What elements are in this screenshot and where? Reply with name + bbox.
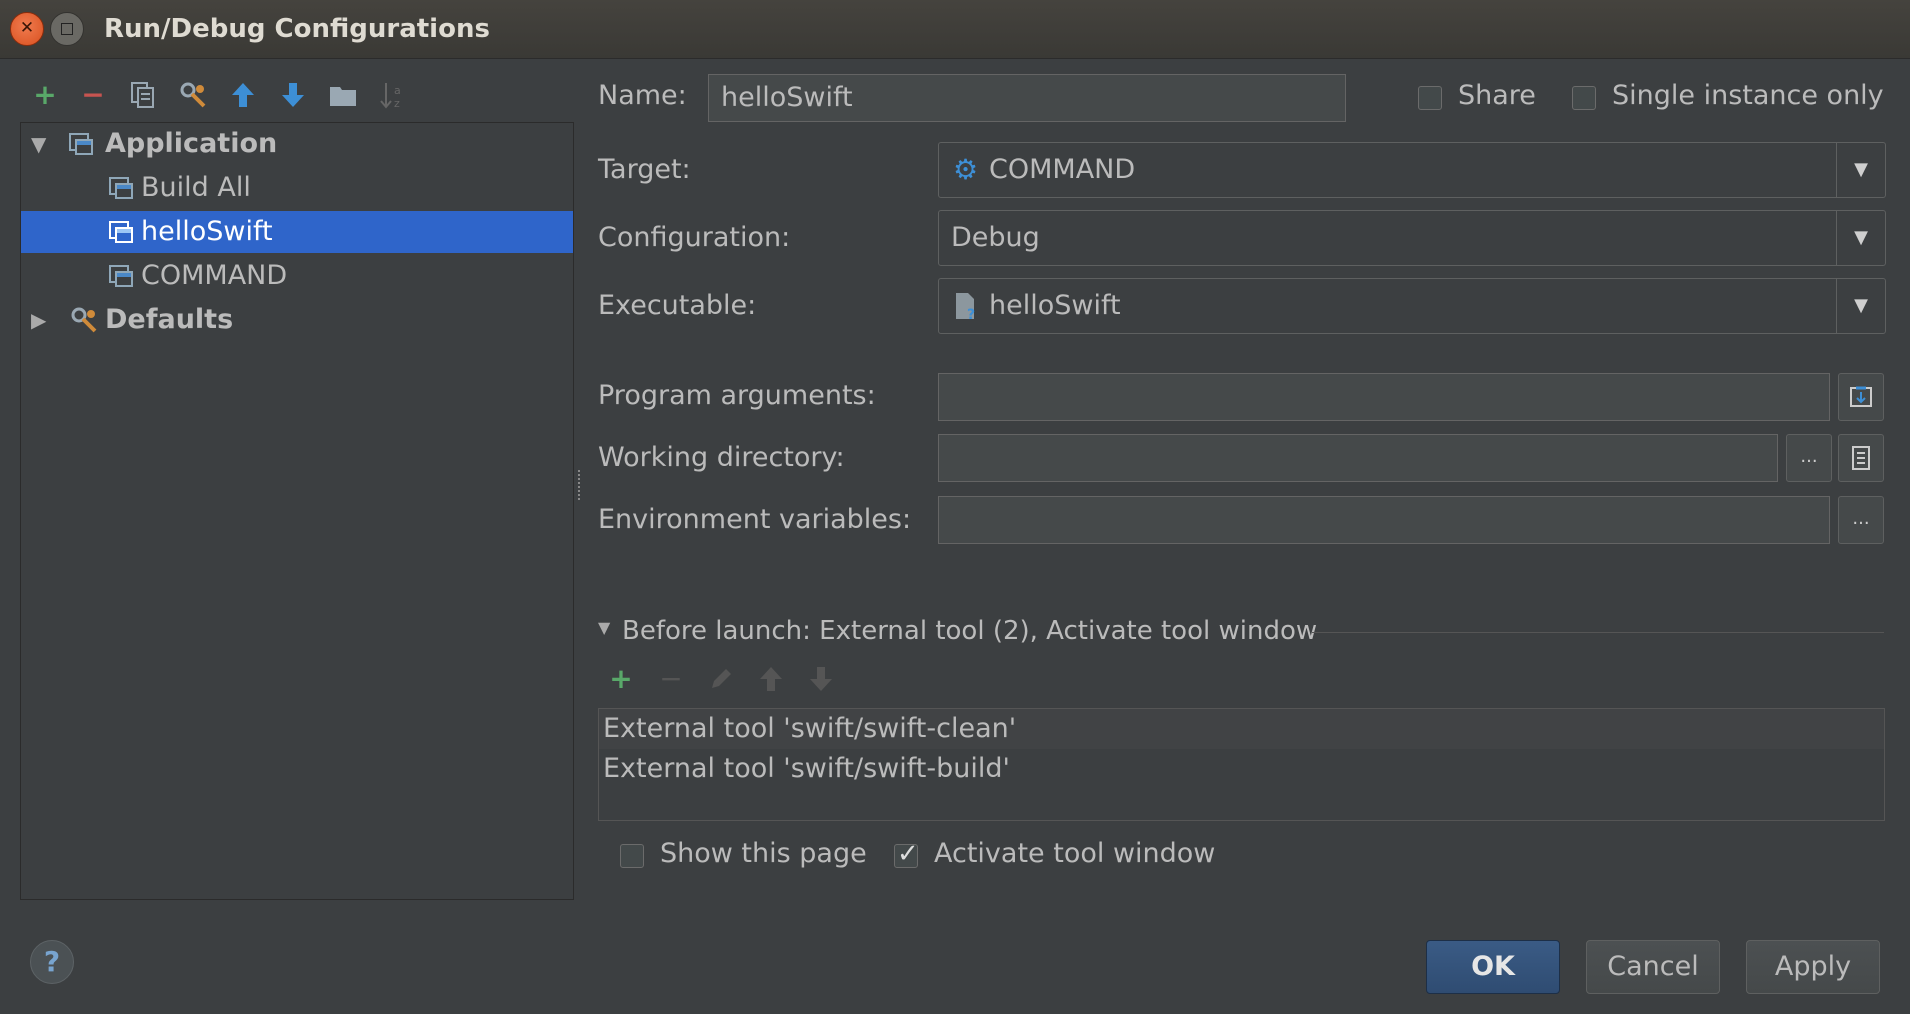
remove-icon[interactable]: − bbox=[78, 80, 108, 110]
gear-icon: ⚙ bbox=[953, 153, 979, 186]
show-page-label[interactable]: Show this page bbox=[660, 838, 867, 869]
cancel-button[interactable]: Cancel bbox=[1586, 940, 1720, 994]
tree-node-label: helloSwift bbox=[141, 216, 273, 247]
program-arguments-input[interactable] bbox=[938, 373, 1830, 421]
activate-tool-window-label[interactable]: Activate tool window bbox=[934, 838, 1215, 869]
help-button[interactable]: ? bbox=[30, 940, 74, 984]
activate-tool-window-checkbox[interactable] bbox=[894, 839, 919, 869]
edit-environment-button[interactable]: ... bbox=[1838, 496, 1884, 544]
close-window-button[interactable] bbox=[10, 12, 44, 46]
working-directory-input[interactable] bbox=[938, 434, 1778, 482]
copy-icon[interactable] bbox=[128, 80, 158, 110]
configuration-label: Configuration: bbox=[598, 222, 791, 253]
add-task-icon[interactable]: + bbox=[606, 664, 636, 694]
application-icon bbox=[109, 265, 133, 287]
tree-node-label: COMMAND bbox=[141, 260, 288, 291]
remove-task-icon[interactable]: − bbox=[656, 664, 686, 694]
tree-node-defaults[interactable]: ▶ Defaults bbox=[21, 299, 573, 341]
tree-node-build-all[interactable]: Build All bbox=[21, 167, 573, 209]
add-icon[interactable]: + bbox=[30, 80, 60, 110]
svg-text:a: a bbox=[394, 84, 401, 97]
tree-node-helloswift[interactable]: helloSwift bbox=[21, 211, 573, 253]
collapse-arrow-icon[interactable]: ▶ bbox=[31, 299, 46, 341]
target-select[interactable]: ⚙ COMMAND ▼ bbox=[938, 142, 1886, 198]
chevron-down-icon[interactable]: ▼ bbox=[1836, 279, 1885, 333]
name-label: Name: bbox=[598, 80, 687, 111]
configurations-tree[interactable]: ▼ Application Build All helloSwift COMMA… bbox=[20, 122, 574, 900]
list-item[interactable]: External tool 'swift/swift-clean' bbox=[599, 709, 1884, 749]
expand-arguments-button[interactable] bbox=[1838, 373, 1884, 421]
list-item[interactable]: External tool 'swift/swift-build' bbox=[599, 749, 1884, 789]
tree-node-label: Application bbox=[105, 128, 278, 159]
move-down-icon[interactable] bbox=[278, 80, 308, 110]
executable-label: Executable: bbox=[598, 290, 757, 321]
before-launch-collapse-icon[interactable]: ▼ bbox=[598, 618, 610, 637]
title-bar: Run/Debug Configurations bbox=[0, 0, 1910, 59]
target-label: Target: bbox=[598, 154, 691, 185]
folder-icon[interactable] bbox=[328, 80, 358, 110]
executable-select[interactable]: ? helloSwift ▼ bbox=[938, 278, 1886, 334]
environment-variables-label: Environment variables: bbox=[598, 504, 912, 535]
before-launch-task-list[interactable]: External tool 'swift/swift-clean' Extern… bbox=[598, 708, 1885, 821]
tree-node-label: Defaults bbox=[105, 304, 234, 335]
chevron-down-icon[interactable]: ▼ bbox=[1836, 143, 1885, 197]
expand-text-icon bbox=[1850, 386, 1872, 407]
splitter-handle[interactable] bbox=[578, 470, 586, 500]
browse-directory-button[interactable]: ... bbox=[1786, 434, 1832, 482]
application-icon bbox=[69, 133, 93, 155]
edit-task-icon[interactable] bbox=[706, 664, 736, 694]
move-task-down-icon[interactable] bbox=[806, 664, 836, 694]
tree-node-application[interactable]: ▼ Application bbox=[21, 123, 573, 165]
configuration-value: Debug bbox=[951, 222, 1040, 253]
apply-button[interactable]: Apply bbox=[1746, 940, 1880, 994]
move-task-up-icon[interactable] bbox=[756, 664, 786, 694]
target-value: COMMAND bbox=[989, 154, 1136, 185]
window-title: Run/Debug Configurations bbox=[104, 14, 490, 44]
executable-value: helloSwift bbox=[989, 290, 1121, 321]
svg-text:?: ? bbox=[967, 307, 975, 321]
single-instance-checkbox[interactable] bbox=[1572, 86, 1596, 110]
sort-icon[interactable]: az bbox=[378, 80, 408, 110]
ok-button[interactable]: OK bbox=[1426, 940, 1560, 994]
chevron-down-icon[interactable]: ▼ bbox=[1836, 211, 1885, 265]
program-arguments-label: Program arguments: bbox=[598, 380, 876, 411]
edit-defaults-icon[interactable] bbox=[178, 80, 208, 110]
move-up-icon[interactable] bbox=[228, 80, 258, 110]
name-input[interactable]: helloSwift bbox=[708, 74, 1346, 122]
application-icon bbox=[109, 221, 133, 243]
share-label[interactable]: Share bbox=[1458, 80, 1536, 111]
before-launch-title: Before launch: External tool (2), Activa… bbox=[622, 616, 1318, 646]
application-icon bbox=[109, 177, 133, 199]
tree-node-command[interactable]: COMMAND bbox=[21, 255, 573, 297]
share-checkbox[interactable] bbox=[1418, 86, 1442, 110]
document-icon bbox=[1852, 446, 1870, 470]
tree-node-label: Build All bbox=[141, 172, 251, 203]
environment-variables-input[interactable] bbox=[938, 496, 1830, 544]
show-page-checkbox[interactable] bbox=[620, 844, 644, 868]
configuration-select[interactable]: Debug ▼ bbox=[938, 210, 1886, 266]
working-directory-label: Working directory: bbox=[598, 442, 845, 473]
file-question-icon: ? bbox=[953, 279, 981, 339]
maximize-window-button[interactable] bbox=[50, 12, 84, 46]
single-instance-label[interactable]: Single instance only bbox=[1612, 80, 1884, 111]
svg-text:z: z bbox=[394, 97, 400, 110]
wrench-icon bbox=[69, 305, 97, 333]
macro-button[interactable] bbox=[1838, 434, 1884, 482]
section-divider bbox=[1312, 632, 1884, 633]
expand-arrow-icon[interactable]: ▼ bbox=[31, 123, 46, 165]
